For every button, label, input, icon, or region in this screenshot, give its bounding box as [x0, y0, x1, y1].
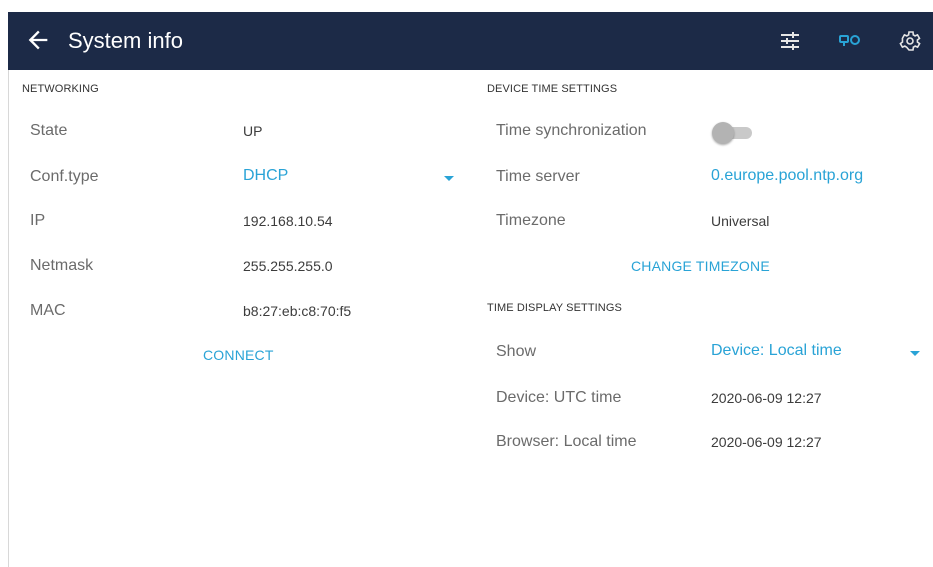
arrow-left-icon [28, 30, 48, 50]
sliders-button[interactable] [778, 29, 802, 53]
utc-time-value: 2020-06-09 12:27 [711, 390, 822, 406]
time-sync-label: Time synchronization [496, 122, 647, 139]
settings-button[interactable] [898, 29, 922, 53]
netmask-value: 255.255.255.0 [243, 258, 333, 274]
toggle-thumb [712, 122, 734, 144]
device-time-section-title: DEVICE TIME SETTINGS [487, 83, 618, 95]
state-value: UP [243, 123, 263, 139]
change-timezone-button[interactable]: CHANGE TIMEZONE [631, 258, 770, 274]
networking-section-title: NETWORKING [22, 83, 99, 95]
state-label: State [30, 122, 68, 139]
time-server-label: Time server [496, 168, 580, 185]
browser-time-value: 2020-06-09 12:27 [711, 434, 822, 450]
app-bar: System info [8, 12, 933, 70]
network-devices-button[interactable] [838, 29, 862, 53]
show-label: Show [496, 343, 537, 360]
time-display-section-title: TIME DISPLAY SETTINGS [487, 302, 622, 314]
utc-time-label: Device: UTC time [496, 389, 622, 406]
content-border [8, 70, 9, 567]
timezone-value: Universal [711, 213, 770, 229]
chevron-down-icon[interactable] [444, 176, 454, 181]
page-title: System info [68, 28, 183, 53]
mac-label: MAC [30, 302, 66, 319]
network-devices-icon [839, 35, 860, 46]
chevron-down-icon[interactable] [910, 351, 920, 356]
mac-value: b8:27:eb:c8:70:f5 [243, 303, 352, 319]
show-value[interactable]: Device: Local time [711, 342, 842, 360]
conf-type-value[interactable]: DHCP [243, 167, 288, 185]
conf-type-label: Conf.type [30, 168, 99, 185]
ip-label: IP [30, 212, 46, 229]
sliders-icon [781, 32, 799, 50]
browser-time-label: Browser: Local time [496, 433, 637, 450]
time-server-value[interactable]: 0.europe.pool.ntp.org [711, 167, 863, 185]
timezone-label: Timezone [496, 212, 566, 229]
gear-icon [899, 31, 921, 51]
netmask-label: Netmask [30, 257, 94, 274]
time-sync-toggle[interactable] [712, 122, 754, 144]
connect-button[interactable]: CONNECT [203, 347, 274, 363]
ip-value: 192.168.10.54 [243, 213, 333, 229]
back-button[interactable] [24, 26, 52, 54]
